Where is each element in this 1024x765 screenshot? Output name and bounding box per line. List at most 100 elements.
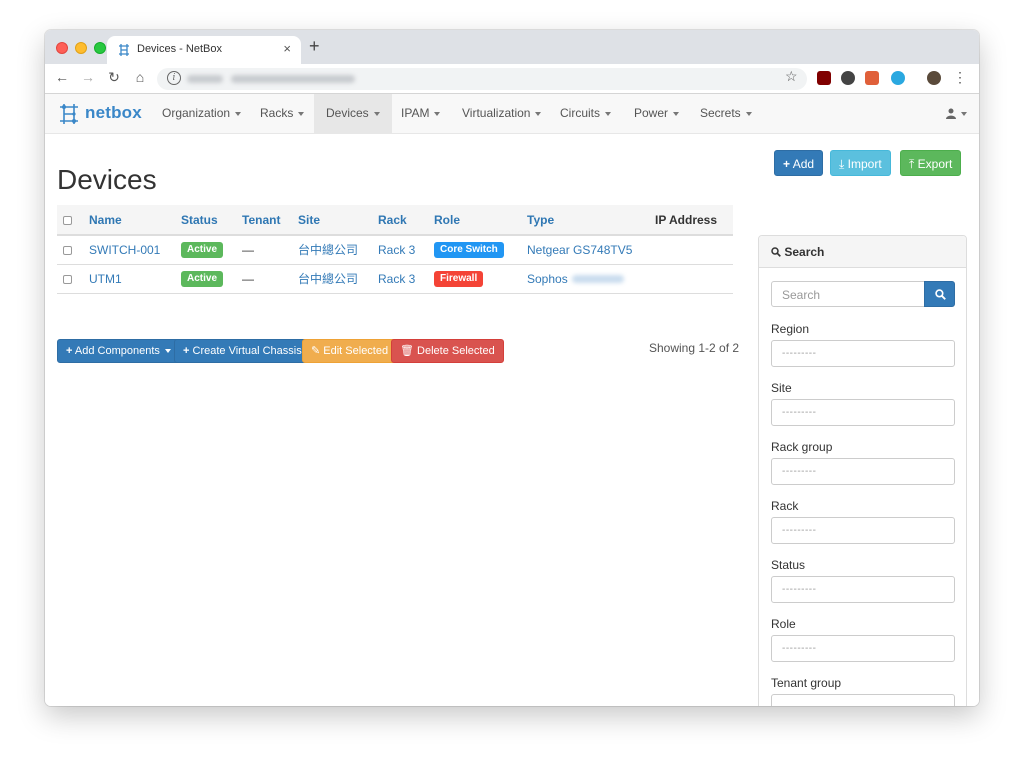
row-checkbox[interactable] (63, 246, 72, 256)
row-checkbox[interactable] (63, 274, 72, 284)
status-cell: Active (175, 264, 236, 294)
add-components-button[interactable]: + Add Components (57, 339, 180, 363)
caret-down-icon (434, 111, 441, 116)
nav-circuits[interactable]: Circuits (548, 94, 623, 133)
netbox-logo[interactable]: netbox (57, 102, 142, 126)
type-cell: Sophos (521, 264, 649, 294)
close-window-button[interactable] (56, 42, 68, 54)
device-name-link[interactable]: UTM1 (89, 272, 122, 286)
browser-tab-devices[interactable]: Devices - NetBox × (107, 36, 301, 64)
nav-power[interactable]: Power (622, 94, 691, 133)
search-input[interactable]: Search (771, 281, 925, 307)
role-badge[interactable]: Firewall (434, 271, 484, 287)
new-tab-button[interactable]: + (309, 37, 320, 55)
extension-icon[interactable] (841, 71, 855, 85)
search-panel: Search Search Region --------- Site ----… (758, 235, 967, 706)
nav-devices[interactable]: Devices (314, 94, 392, 133)
role-badge[interactable]: Core Switch (434, 242, 504, 259)
edit-selected-button[interactable]: ✎ Edit Selected (302, 339, 398, 363)
nav-virtualization[interactable]: Virtualization (450, 94, 553, 133)
role-cell: Core Switch (428, 235, 521, 265)
add-button[interactable]: + Add (774, 150, 824, 176)
ip-address-cell (649, 235, 733, 265)
select-all-checkbox-cell (57, 205, 83, 236)
search-icon (771, 247, 781, 257)
nav-label: Secrets (700, 106, 741, 120)
column-header-role[interactable]: Role (428, 205, 521, 236)
tab-close-icon[interactable]: × (283, 41, 291, 56)
netbox-logo-icon (60, 104, 78, 124)
import-button[interactable]: ⤓ Import (830, 150, 891, 176)
search-icon (935, 289, 946, 300)
button-label: Export (917, 157, 953, 171)
column-header-rack[interactable]: Rack (372, 205, 428, 236)
nav-label: IPAM (401, 106, 430, 120)
column-header-status[interactable]: Status (175, 205, 236, 236)
nav-secrets[interactable]: Secrets (688, 94, 764, 133)
device-type-link[interactable]: Netgear GS748TV5 (527, 243, 632, 257)
delete-selected-button[interactable]: 🗑 Delete Selected (391, 339, 504, 363)
filter-label-region: Region (771, 322, 810, 336)
rack-link[interactable]: Rack 3 (378, 243, 415, 257)
address-bar[interactable]: i (157, 68, 807, 90)
row-checkbox-cell (57, 235, 83, 265)
filter-role-select[interactable]: --------- (771, 635, 955, 662)
extension-icon[interactable] (891, 71, 905, 85)
nav-organization[interactable]: Organization (150, 94, 253, 133)
netbox-favicon-icon (119, 44, 129, 56)
column-header-tenant[interactable]: Tenant (236, 205, 292, 236)
caret-down-icon (605, 111, 612, 116)
bookmark-star-icon[interactable]: ☆ (785, 68, 798, 85)
nav-racks[interactable]: Racks (248, 94, 316, 133)
nav-label: Circuits (560, 106, 601, 120)
nav-label: Organization (162, 106, 231, 120)
plus-icon: + (66, 345, 73, 357)
user-icon (946, 108, 956, 120)
nav-label: Devices (326, 106, 369, 120)
site-link[interactable]: 台中總公司 (298, 272, 358, 286)
device-name-cell: SWITCH-001 (83, 235, 175, 265)
ublock-extension-icon[interactable] (817, 71, 831, 85)
filter-rack-select[interactable]: --------- (771, 517, 955, 544)
home-icon[interactable]: ⌂ (131, 69, 149, 85)
filter-site-select[interactable]: --------- (771, 399, 955, 426)
column-header-name[interactable]: Name (83, 205, 175, 236)
rack-cell: Rack 3 (372, 264, 428, 294)
filter-label-status: Status (771, 558, 806, 572)
status-cell: Active (175, 235, 236, 265)
back-icon[interactable]: ← (53, 69, 71, 85)
caret-down-icon (535, 111, 542, 116)
maximize-window-button[interactable] (94, 42, 106, 54)
profile-avatar[interactable] (927, 71, 941, 85)
caret-down-icon (298, 111, 305, 116)
devices-table: Name Status Tenant Site Rack Role Type I… (57, 205, 733, 294)
browser-titlebar: Devices - NetBox × + (45, 30, 979, 64)
nav-ipam[interactable]: IPAM (389, 94, 452, 133)
minimize-window-button[interactable] (75, 42, 87, 54)
search-submit-button[interactable] (924, 281, 955, 307)
button-label: Add Components (74, 345, 160, 357)
export-button[interactable]: ⤒ Export (900, 150, 962, 176)
site-link[interactable]: 台中總公司 (298, 243, 358, 257)
filter-rack-group-select[interactable]: --------- (771, 458, 955, 485)
browser-window: Devices - NetBox × + ← → ↻ ⌂ i ☆ ⋮ netbo… (45, 30, 979, 706)
extension-icon[interactable] (865, 71, 879, 85)
forward-icon[interactable]: → (79, 69, 97, 85)
trash-icon: 🗑 (400, 345, 414, 357)
reload-icon[interactable]: ↻ (105, 69, 123, 86)
select-all-checkbox[interactable] (63, 215, 72, 225)
column-header-site[interactable]: Site (292, 205, 372, 236)
site-info-icon[interactable]: i (167, 71, 181, 85)
ip-address-cell (649, 264, 733, 294)
browser-menu-icon[interactable]: ⋮ (953, 69, 967, 86)
rack-link[interactable]: Rack 3 (378, 272, 415, 286)
device-name-link[interactable]: SWITCH-001 (89, 243, 160, 257)
filter-tenant-group-select[interactable]: --------- (771, 694, 955, 706)
filter-region-select[interactable]: --------- (771, 340, 955, 367)
filter-status-select[interactable]: --------- (771, 576, 955, 603)
table-row: SWITCH-001 Active — 台中總公司 Rack 3 Core Sw… (57, 235, 733, 265)
user-menu[interactable] (946, 106, 967, 120)
column-header-type[interactable]: Type (521, 205, 649, 236)
device-type-link[interactable]: Sophos (527, 272, 568, 286)
create-virtual-chassis-button[interactable]: + Create Virtual Chassis (174, 339, 311, 363)
